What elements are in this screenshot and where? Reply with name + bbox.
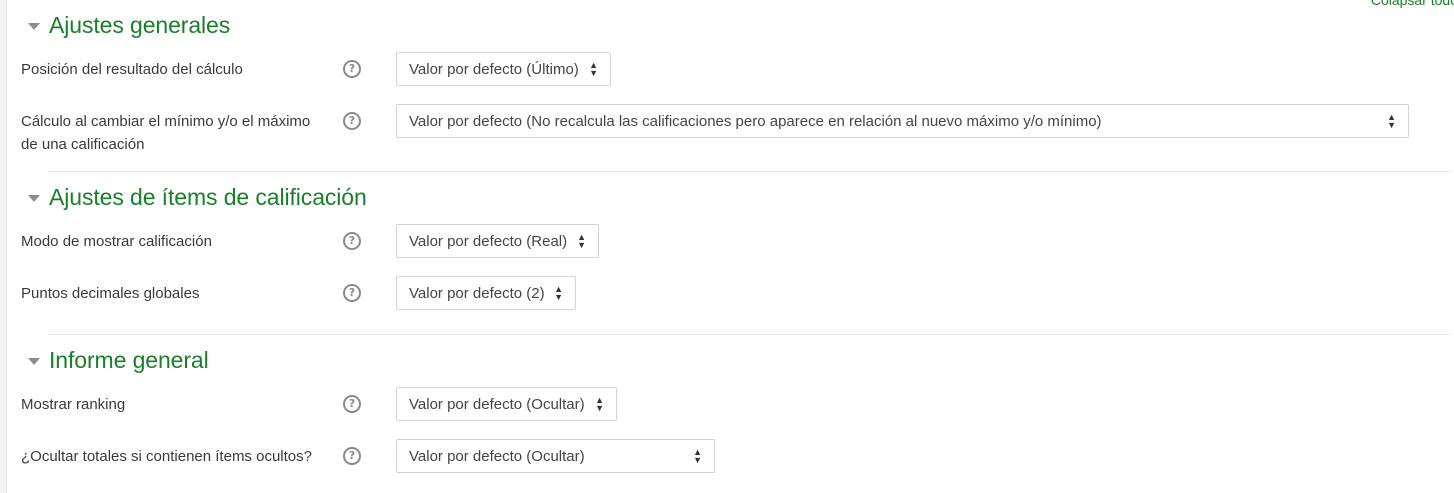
up-down-arrows-icon: ▲ ▼ xyxy=(693,447,702,465)
divider xyxy=(48,171,1452,172)
section-title: Ajustes generales xyxy=(49,11,231,38)
setting-label: Modo de mostrar calificación xyxy=(21,233,212,250)
setting-label: ¿Ocultar totales si contienen ítems ocul… xyxy=(21,448,312,465)
caret-down-icon xyxy=(28,22,40,30)
section-header[interactable]: Ajustes de ítems de calificación xyxy=(28,181,1438,213)
setting-select[interactable]: Valor por defecto (2) ▲ ▼ xyxy=(396,276,576,310)
up-down-arrows-icon: ▲ ▼ xyxy=(554,284,563,302)
setting-label: Posición del resultado del cálculo xyxy=(21,61,243,78)
caret-down-icon xyxy=(28,357,40,365)
section-ajustes-generales: Ajustes generales xyxy=(28,9,1438,41)
question-circle-icon[interactable]: ? xyxy=(343,447,361,465)
setting-label: Puntos decimales globales xyxy=(21,285,200,302)
select-value: Valor por defecto (Real) xyxy=(409,232,568,250)
select-value: Valor por defecto (No recalcula las cali… xyxy=(409,112,1102,130)
up-down-arrows-icon: ▲ ▼ xyxy=(1387,112,1396,130)
up-down-arrows-icon: ▲ ▼ xyxy=(595,395,604,413)
setting-select[interactable]: Valor por defecto (No recalcula las cali… xyxy=(396,104,1409,138)
question-circle-icon[interactable]: ? xyxy=(343,284,361,302)
section-header[interactable]: Informe general xyxy=(28,344,1438,376)
question-circle-icon[interactable]: ? xyxy=(343,60,361,78)
divider xyxy=(48,334,1452,335)
question-circle-icon[interactable]: ? xyxy=(343,232,361,250)
select-value: Valor por defecto (Ocultar) xyxy=(409,395,585,413)
section-informe-general: Informe general xyxy=(28,344,1438,376)
question-circle-icon[interactable]: ? xyxy=(343,395,361,413)
setting-select[interactable]: Valor por defecto (Ocultar) ▲ ▼ xyxy=(396,439,715,473)
setting-select[interactable]: Valor por defecto (Real) ▲ ▼ xyxy=(396,224,599,258)
section-ajustes-items: Ajustes de ítems de calificación xyxy=(28,181,1438,213)
select-value: Valor por defecto (Último) xyxy=(409,60,579,78)
setting-label: Cálculo al cambiar el mínimo y/o el máxi… xyxy=(21,113,311,153)
section-header[interactable]: Ajustes generales xyxy=(28,9,1438,41)
collapse-all-link[interactable]: Colapsar todo xyxy=(1371,0,1454,8)
question-circle-icon[interactable]: ? xyxy=(343,112,361,130)
left-rail xyxy=(0,0,7,493)
caret-down-icon xyxy=(28,194,40,202)
up-down-arrows-icon: ▲ ▼ xyxy=(577,232,586,250)
select-value: Valor por defecto (2) xyxy=(409,284,545,302)
section-title: Ajustes de ítems de calificación xyxy=(49,183,367,210)
setting-select[interactable]: Valor por defecto (Ocultar) ▲ ▼ xyxy=(396,387,617,421)
setting-select[interactable]: Valor por defecto (Último) ▲ ▼ xyxy=(396,52,611,86)
setting-label: Mostrar ranking xyxy=(21,396,126,413)
up-down-arrows-icon: ▲ ▼ xyxy=(589,60,598,78)
section-title: Informe general xyxy=(49,346,209,373)
select-value: Valor por defecto (Ocultar) xyxy=(409,447,585,465)
